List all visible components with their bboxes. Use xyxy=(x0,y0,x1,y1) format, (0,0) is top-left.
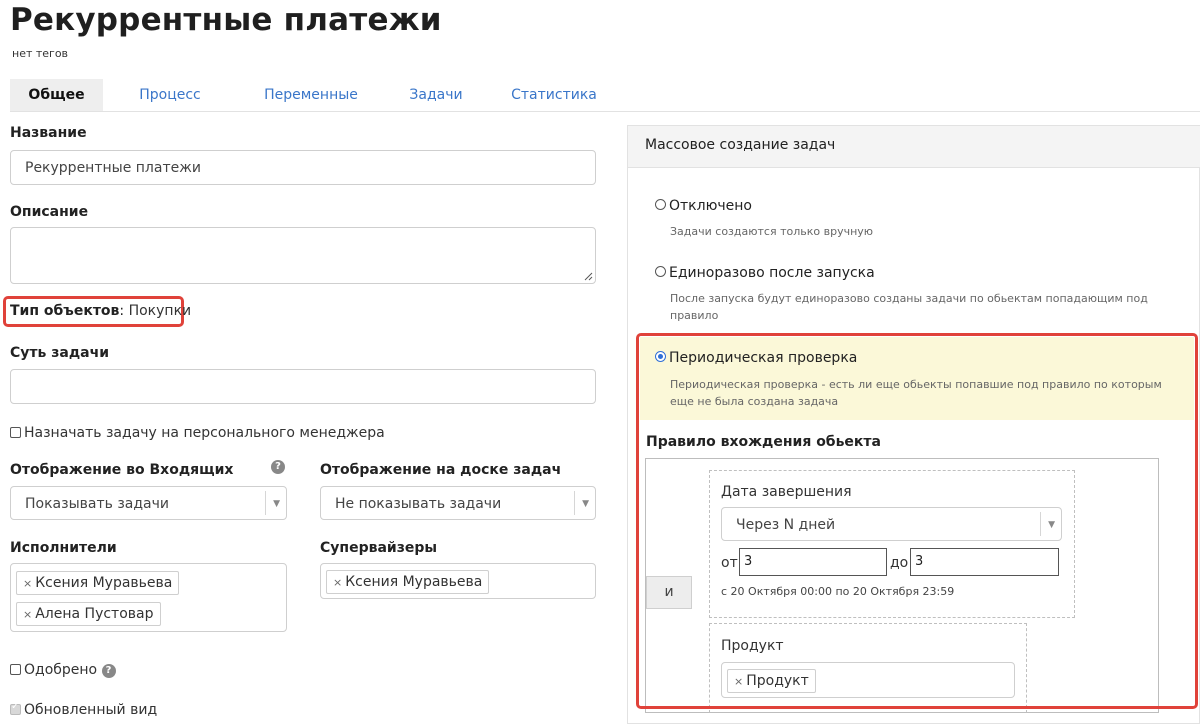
board-display-select[interactable]: Не показывать задачи ▼ xyxy=(320,486,596,520)
tags-label[interactable]: нет тегов xyxy=(12,47,68,60)
tab-variables[interactable]: Переменные xyxy=(246,79,376,111)
inbox-display-separator xyxy=(265,491,266,515)
name-label: Название xyxy=(10,125,87,141)
option-once-label: Единоразово после запуска xyxy=(669,265,875,281)
description-label: Описание xyxy=(10,204,89,220)
updated-view-label: Обновленный вид xyxy=(24,702,158,718)
inbox-display-value: Показывать задачи xyxy=(25,496,169,512)
remove-tag-icon[interactable]: × xyxy=(23,608,32,621)
updated-view-checkbox[interactable] xyxy=(10,701,21,715)
tab-general[interactable]: Общее xyxy=(10,79,103,111)
option-disabled[interactable]: Отключено xyxy=(655,198,752,214)
option-disabled-desc: Задачи создаются только вручную xyxy=(670,225,874,238)
mass-creation-header: Массовое создание задач xyxy=(628,126,1200,168)
tab-process[interactable]: Процесс xyxy=(120,79,220,111)
board-display-separator xyxy=(574,491,575,515)
executors-label: Исполнители xyxy=(10,540,117,556)
tab-statistics[interactable]: Статистика xyxy=(504,79,604,111)
name-input-value: Рекуррентные платежи xyxy=(25,160,201,176)
executors-multiselect[interactable]: × Ксения Муравьева × Алена Пустовар xyxy=(10,563,287,632)
tab-bar: Общее Процесс Переменные Задачи Статисти… xyxy=(10,79,1200,112)
periodic-check-highlight xyxy=(636,333,1198,709)
mass-creation-title: Массовое создание задач xyxy=(645,137,836,153)
executor-tag-label: Ксения Муравьева xyxy=(35,575,173,591)
task-essence-input[interactable] xyxy=(10,369,596,404)
option-disabled-label: Отключено xyxy=(669,198,752,214)
chevron-down-icon: ▼ xyxy=(273,499,280,509)
tab-tasks[interactable]: Задачи xyxy=(396,79,476,111)
option-once-after-launch[interactable]: Единоразово после запуска xyxy=(655,265,875,281)
board-display-value: Не показывать задачи xyxy=(335,496,502,512)
object-type-label: Тип объектов xyxy=(10,303,120,319)
board-display-label: Отображение на доске задач xyxy=(320,462,562,478)
approved-checkbox[interactable] xyxy=(10,664,21,675)
task-essence-label: Суть задачи xyxy=(10,345,109,361)
name-input[interactable]: Рекуррентные платежи xyxy=(10,150,596,185)
approved-row[interactable]: Одобрено ? xyxy=(10,662,116,678)
chevron-down-icon: ▼ xyxy=(582,499,589,509)
supervisors-multiselect[interactable]: × Ксения Муравьева xyxy=(320,563,596,599)
supervisor-tag[interactable]: × Ксения Муравьева xyxy=(326,570,490,594)
inbox-display-help-icon[interactable]: ? xyxy=(271,460,285,474)
object-type-row: Тип объектов: Покупки xyxy=(10,303,191,319)
assign-personal-manager-row[interactable]: Назначать задачу на персонального менедж… xyxy=(10,425,385,441)
resize-handle-icon[interactable] xyxy=(584,272,593,281)
option-disabled-radio[interactable] xyxy=(655,199,666,210)
page-title: Рекуррентные платежи xyxy=(10,2,442,38)
assign-personal-manager-checkbox[interactable] xyxy=(10,427,21,438)
executor-tag-label: Алена Пустовар xyxy=(35,606,154,622)
approved-help-icon[interactable]: ? xyxy=(101,664,116,678)
inbox-display-select[interactable]: Показывать задачи ▼ xyxy=(10,486,287,520)
object-type-separator: : xyxy=(119,303,125,319)
option-once-desc: После запуска будут единоразово созданы … xyxy=(670,292,1148,322)
executor-tag[interactable]: × Ксения Муравьева xyxy=(16,571,180,595)
inbox-display-label: Отображение во Входящих xyxy=(10,462,234,478)
description-textarea[interactable] xyxy=(10,227,596,284)
approved-label: Одобрено xyxy=(24,662,98,678)
remove-tag-icon[interactable]: × xyxy=(333,576,342,589)
supervisor-tag-label: Ксения Муравьева xyxy=(345,574,483,590)
supervisors-label: Супервайзеры xyxy=(320,540,438,556)
executor-tag[interactable]: × Алена Пустовар xyxy=(16,602,161,626)
object-type-value: Покупки xyxy=(128,303,192,319)
assign-personal-manager-label: Назначать задачу на персонального менедж… xyxy=(24,425,385,441)
updated-view-row[interactable]: Обновленный вид xyxy=(10,701,158,718)
remove-tag-icon[interactable]: × xyxy=(23,577,32,590)
option-once-radio[interactable] xyxy=(655,266,666,277)
